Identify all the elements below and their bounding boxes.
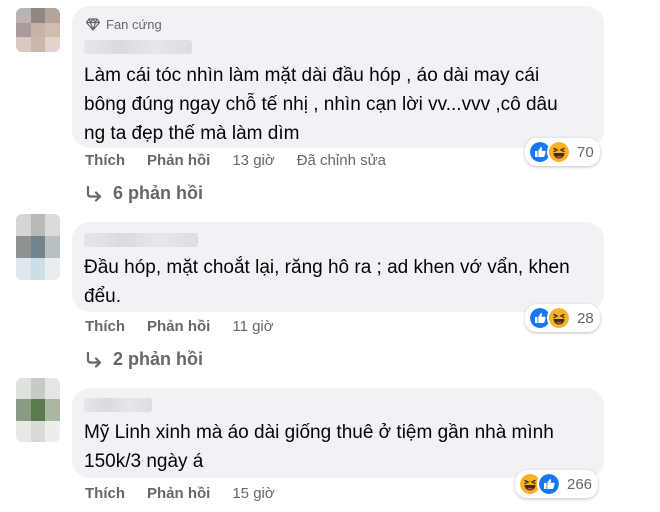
comment-actions: Thích Phản hồi 13 giờ Đã chỉnh sửa (85, 152, 386, 169)
replies-label: 6 phản hồi (113, 183, 203, 203)
fan-badge: Fan cứng (86, 17, 162, 32)
reply-arrow-icon (86, 351, 102, 368)
view-replies-link[interactable]: 2 phản hồi (85, 349, 203, 370)
comment-text: Làm cái tóc nhìn làm mặt dài đầu hóp , á… (84, 65, 558, 144)
reaction-summary[interactable]: 266 (515, 470, 599, 498)
diamond-icon (86, 18, 100, 31)
comment-bubble: Mỹ Linh xinh mà áo dài giống thuê ở tiệm… (72, 388, 604, 478)
reaction-summary[interactable]: 28 (525, 304, 600, 332)
like-button[interactable]: Thích (85, 318, 125, 335)
comment-bubble: Đầu hóp, mặt choắt lại, răng hô ra ; ad … (72, 222, 604, 312)
reply-button[interactable]: Phản hồi (147, 318, 210, 335)
haha-reaction-icon (547, 140, 571, 164)
reaction-count: 266 (567, 475, 593, 493)
replies-label: 2 phản hồi (113, 349, 203, 369)
avatar[interactable] (16, 378, 60, 442)
author-name[interactable] (84, 40, 192, 54)
comment-actions: Thích Phản hồi 15 giờ (85, 485, 297, 502)
comment-text: Đầu hóp, mặt choắt lại, răng hô ra ; ad … (84, 257, 570, 307)
reply-arrow-icon (86, 185, 102, 202)
reaction-count: 28 (577, 309, 594, 327)
author-name[interactable] (84, 233, 198, 247)
edited-label: Đã chỉnh sửa (296, 152, 386, 169)
reply-button[interactable]: Phản hồi (147, 485, 210, 502)
author-name[interactable] (84, 398, 152, 412)
timestamp[interactable]: 13 giờ (232, 152, 274, 169)
reply-button[interactable]: Phản hồi (147, 152, 210, 169)
like-button[interactable]: Thích (85, 485, 125, 502)
badge-label: Fan cứng (106, 17, 162, 32)
avatar[interactable] (16, 214, 60, 280)
timestamp[interactable]: 15 giờ (232, 485, 274, 502)
comment-text: Mỹ Linh xinh mà áo dài giống thuê ở tiệm… (84, 422, 554, 472)
like-button[interactable]: Thích (85, 152, 125, 169)
like-reaction-icon (537, 472, 561, 496)
avatar[interactable] (16, 8, 60, 52)
timestamp[interactable]: 11 giờ (232, 318, 273, 335)
comment-actions: Thích Phản hồi 11 giờ (85, 318, 296, 335)
reaction-count: 70 (577, 143, 594, 161)
comment-bubble: Fan cứng Làm cái tóc nhìn làm mặt dài đầ… (72, 6, 604, 148)
view-replies-link[interactable]: 6 phản hồi (85, 183, 203, 204)
reaction-summary[interactable]: 70 (525, 138, 600, 166)
haha-reaction-icon (547, 306, 571, 330)
